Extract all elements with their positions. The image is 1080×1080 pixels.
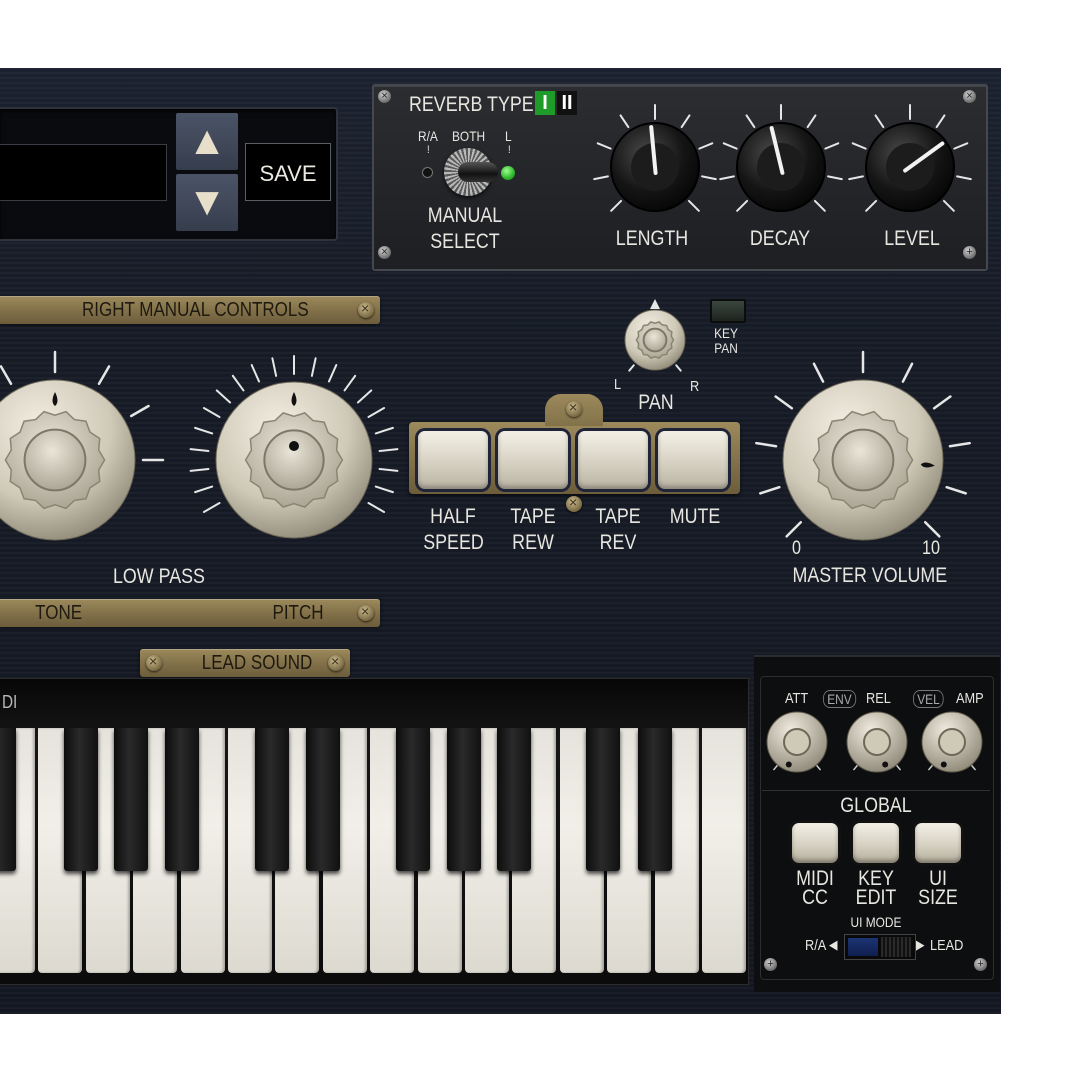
- right-arrow-icon: ▶: [916, 937, 925, 952]
- key-edit-label: EDIT: [855, 886, 897, 909]
- knob-pointer-icon: [940, 761, 947, 768]
- global-divider: [762, 790, 990, 791]
- knob-tick: [815, 764, 821, 771]
- left-arrow-icon: ◀: [829, 937, 838, 952]
- ui-mode-switch[interactable]: [844, 934, 916, 960]
- knob-tick: [895, 764, 901, 771]
- ui-mode-switch-thumb: [881, 937, 911, 957]
- knob-cap: [863, 728, 891, 756]
- knob-tick: [773, 764, 779, 771]
- knob-tick: [853, 764, 859, 771]
- global-screw-icon: +: [974, 958, 987, 971]
- ui-mode-switch-indicator: [848, 938, 878, 956]
- knob-pointer-icon: [785, 761, 792, 768]
- global-screw-icon: +: [764, 958, 777, 971]
- midi-cc-label: CC: [802, 886, 828, 909]
- knob-pointer-icon: [882, 761, 889, 768]
- ui-mode-right-label: LEAD: [930, 937, 964, 954]
- ui-mode-label: UI MODE: [850, 914, 902, 930]
- ui-mode-left-label: R/A: [805, 937, 827, 954]
- knob-cap: [938, 728, 966, 756]
- ui-size-label: SIZE: [918, 886, 958, 909]
- midi-cc-button[interactable]: [792, 823, 838, 863]
- envelope-knobs: [766, 711, 983, 773]
- knob-cap: [783, 728, 811, 756]
- knob-tick: [970, 764, 976, 771]
- key-edit-button[interactable]: [853, 823, 899, 863]
- global-title: GLOBAL: [840, 794, 912, 817]
- ui-size-button[interactable]: [915, 823, 961, 863]
- knob-tick: [928, 764, 934, 771]
